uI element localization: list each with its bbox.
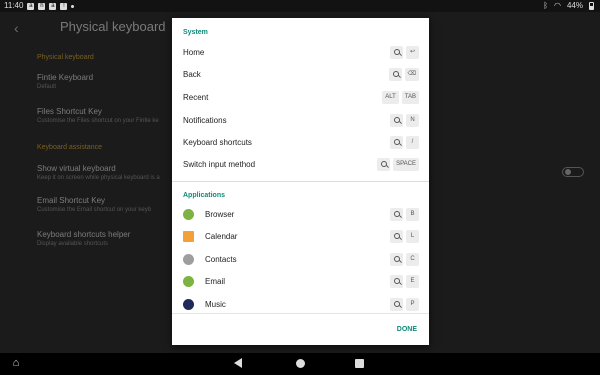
app-label: Email: [205, 277, 226, 286]
bluetooth-icon: ᛒ: [543, 1, 548, 10]
key-cap: SPACE: [393, 158, 419, 171]
search-key-icon: [390, 275, 403, 288]
key-combo: ALT TAB: [382, 91, 419, 104]
app-label: Contacts: [205, 255, 237, 264]
key-cap: B: [406, 208, 419, 221]
key-cap: TAB: [401, 91, 419, 104]
key-cap: C: [406, 253, 419, 266]
shortcuts-helper-title[interactable]: Keyboard shortcuts helper: [37, 230, 130, 239]
keyboard-shortcuts-dialog: System Home ↩ Back ⌫ Recent ALT TAB Notificatio…: [172, 18, 429, 345]
key-combo: L: [390, 230, 419, 243]
shortcut-label: Recent: [183, 93, 209, 102]
shortcut-row: Notifications N: [183, 114, 419, 128]
clock: 11:40: [4, 1, 24, 10]
key-cap: E: [406, 275, 419, 288]
fintie-keyboard-sub: Default: [37, 84, 57, 90]
home-icon[interactable]: ⌂: [10, 357, 22, 369]
app-shortcut-row: Browser B: [183, 208, 419, 222]
email-shortcut-title[interactable]: Email Shortcut Key: [37, 196, 105, 205]
app-label: Music: [205, 300, 226, 309]
amazon-icon: a: [27, 2, 35, 10]
search-key-icon: [390, 114, 403, 127]
key-cap: ⌫: [404, 68, 419, 81]
calendar-icon: [183, 231, 194, 242]
status-bar: 11:40 a h a ! ᛒ ◠ 44%: [0, 0, 600, 12]
contacts-icon: [183, 254, 194, 265]
done-button[interactable]: DONE: [397, 326, 417, 333]
virtual-keyboard-toggle[interactable]: [562, 167, 584, 177]
search-key-icon: [377, 158, 391, 171]
app-shortcut-row: Contacts C: [183, 253, 419, 267]
music-icon: [183, 299, 194, 310]
shortcuts-helper-sub: Display available shortcuts: [37, 241, 109, 247]
key-cap: P: [406, 298, 419, 311]
email-shortcut-sub: Customise the Email shortcut on your key…: [37, 207, 152, 213]
shortcut-row: Back ⌫: [183, 68, 419, 82]
page-title: Physical keyboard: [60, 19, 166, 34]
shortcut-row: Switch input method SPACE: [183, 158, 419, 172]
show-virtual-keyboard-sub: Keep it on screen while physical keyboar…: [37, 175, 160, 181]
amazon-icon: a: [49, 2, 57, 10]
key-combo: P: [390, 298, 419, 311]
shortcut-label: Keyboard shortcuts: [183, 138, 252, 147]
app-label: Calendar: [205, 232, 238, 241]
system-section-title: System: [183, 29, 208, 36]
shortcut-row: Home ↩: [183, 46, 419, 60]
search-key-icon: [390, 208, 403, 221]
shortcut-row: Recent ALT TAB: [183, 91, 419, 105]
nav-recents-button[interactable]: [355, 359, 364, 368]
show-virtual-keyboard-title[interactable]: Show virtual keyboard: [37, 164, 116, 173]
shortcut-label: Notifications: [183, 116, 227, 125]
notification-icon: !: [60, 2, 68, 10]
battery-percent: 44%: [566, 1, 583, 10]
app-label: Browser: [205, 210, 235, 219]
app-shortcut-row: Email E: [183, 275, 419, 289]
search-key-icon: [390, 253, 403, 266]
navigation-bar: ⌂: [0, 353, 600, 375]
shortcut-row: Keyboard shortcuts /: [183, 136, 419, 150]
fintie-keyboard-title[interactable]: Fintie Keyboard: [37, 73, 93, 82]
search-key-icon: [390, 136, 403, 149]
shortcut-label: Back: [183, 70, 201, 79]
key-combo: SPACE: [377, 158, 419, 171]
key-cap: L: [406, 230, 419, 243]
browser-icon: [183, 209, 194, 220]
search-key-icon: [388, 68, 402, 81]
section-physical-keyboard: Physical keyboard: [37, 54, 94, 61]
app-shortcut-row: Calendar L: [183, 230, 419, 244]
key-combo: N: [390, 114, 419, 127]
search-key-icon: [390, 46, 403, 59]
battery-icon: [589, 2, 594, 10]
search-key-icon: [390, 298, 403, 311]
key-cap: /: [406, 136, 419, 149]
email-icon: [183, 276, 194, 287]
key-combo: C: [390, 253, 419, 266]
key-cap: ALT: [382, 91, 399, 104]
more-notifications-icon: [71, 4, 75, 8]
app-shortcut-row: Music P: [183, 298, 419, 312]
key-combo: B: [390, 208, 419, 221]
files-shortcut-title[interactable]: Files Shortcut Key: [37, 107, 102, 116]
footer-divider: [172, 313, 429, 314]
shortcut-label: Home: [183, 48, 205, 57]
key-combo: ⌫: [388, 68, 419, 81]
key-combo: E: [390, 275, 419, 288]
section-keyboard-assistance: Keyboard assistance: [37, 144, 102, 151]
files-shortcut-sub: Customise the Files shortcut on your Fin…: [37, 118, 159, 124]
key-combo: /: [390, 136, 419, 149]
nav-back-button[interactable]: [234, 358, 242, 368]
key-cap: ↩: [406, 46, 419, 59]
section-divider: [172, 181, 429, 182]
applications-section-title: Applications: [183, 192, 226, 199]
hotel-icon: h: [38, 2, 46, 10]
search-key-icon: [390, 230, 403, 243]
key-combo: ↩: [390, 46, 419, 59]
back-arrow-icon[interactable]: ‹: [14, 20, 19, 36]
wifi-icon: ◠: [554, 1, 561, 10]
key-cap: N: [406, 114, 419, 127]
nav-home-button[interactable]: [296, 359, 305, 368]
shortcut-label: Switch input method: [183, 160, 256, 169]
